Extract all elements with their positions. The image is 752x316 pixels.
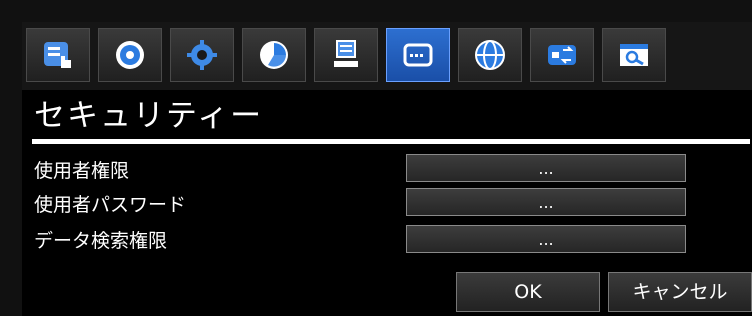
swap-icon[interactable] — [530, 28, 594, 82]
user-permission-label: 使用者権限 — [34, 160, 130, 182]
settings-gear-icon[interactable] — [170, 28, 234, 82]
keyboard-icon[interactable] — [386, 28, 450, 82]
ok-button[interactable]: OK — [456, 272, 600, 312]
pie-chart-icon[interactable] — [242, 28, 306, 82]
user-password-button[interactable]: ... — [406, 188, 686, 216]
search-icon[interactable] — [602, 28, 666, 82]
hand-menu-icon[interactable] — [26, 28, 90, 82]
record-icon[interactable] — [98, 28, 162, 82]
user-permission-button[interactable]: ... — [406, 154, 686, 182]
security-dialog: セキュリティー 使用者権限 ... 使用者パスワード ... データ検索権限 .… — [22, 22, 752, 316]
user-password-label: 使用者パスワード — [34, 194, 187, 216]
title-divider — [32, 139, 750, 144]
category-toolbar — [22, 22, 752, 90]
computer-icon[interactable] — [314, 28, 378, 82]
globe-icon[interactable] — [458, 28, 522, 82]
data-search-permission-button[interactable]: ... — [406, 225, 686, 253]
cancel-button[interactable]: キャンセル — [608, 272, 752, 312]
dialog-title: セキュリティー — [34, 98, 264, 134]
data-search-permission-label: データ検索権限 — [34, 230, 168, 252]
